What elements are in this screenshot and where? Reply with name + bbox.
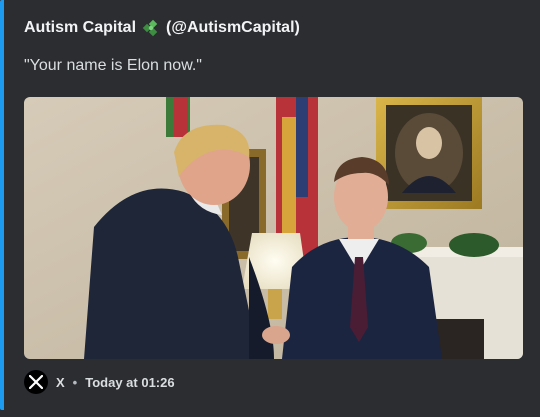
x-logo-icon xyxy=(24,370,48,394)
footer-source: X xyxy=(56,374,65,390)
embed-author[interactable]: Autism Capital (@AutismCapital) xyxy=(24,19,300,37)
embed-image[interactable] xyxy=(24,97,523,359)
embed-footer: X • Today at 01:26 xyxy=(24,370,175,394)
footer-timestamp: Today at 01:26 xyxy=(85,374,175,390)
author-name[interactable]: Autism Capital xyxy=(24,19,136,37)
footer-separator: • xyxy=(72,374,78,390)
tweet-embed: Autism Capital (@AutismCapital) "Your na… xyxy=(0,0,540,417)
embed-accent-bar xyxy=(0,0,4,410)
embed-description: "Your name is Elon now." xyxy=(24,57,202,74)
embed-photo xyxy=(24,97,523,359)
author-handle: (@AutismCapital) xyxy=(166,19,300,36)
puzzle-piece-icon xyxy=(142,19,160,37)
